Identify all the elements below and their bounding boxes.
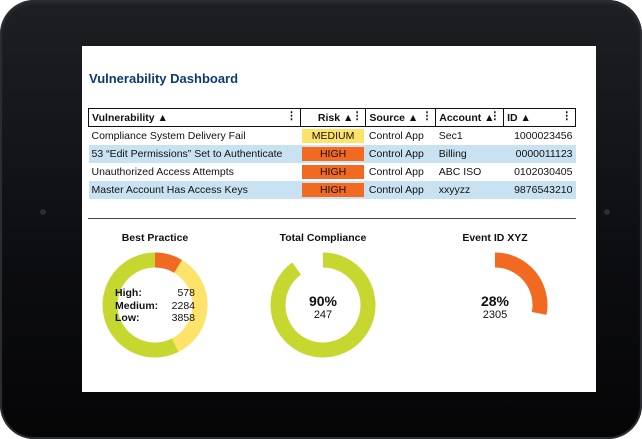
cell-risk: MEDIUM	[300, 127, 366, 146]
best-practice-legend: High: 578 Medium: 2284 Low: 3858	[115, 287, 195, 325]
column-header-account[interactable]: Account ▲ ⋮	[435, 108, 505, 127]
column-header-risk[interactable]: Risk ▲ ⋮	[299, 108, 367, 127]
cell-source: Control App	[368, 166, 424, 178]
cell-id: 0000011123	[503, 145, 576, 163]
tablet-sensor-left	[40, 209, 46, 215]
table-row[interactable]: 53 “Edit Permissions” Set to Authenticat…	[88, 145, 576, 163]
column-header-source[interactable]: Source ▲ ⋮	[365, 108, 437, 127]
cell-vulnerability: Compliance System Delivery Fail	[91, 130, 246, 142]
column-header-label: Risk ▲	[317, 111, 354, 124]
cell-vulnerability: Master Account Has Access Keys	[88, 181, 301, 199]
legend-label: High:	[115, 287, 142, 299]
risk-badge: MEDIUM	[302, 129, 364, 143]
table-row[interactable]: Compliance System Delivery Fail MEDIUM C…	[89, 127, 576, 146]
gauge-percent: 90%	[308, 293, 338, 309]
column-menu-icon[interactable]: ⋮	[562, 110, 573, 122]
cell-source: Control App	[365, 145, 436, 163]
cell-account: Sec1	[438, 130, 463, 142]
table-row[interactable]: Unauthorized Access Attempts HIGH Contro…	[89, 163, 576, 181]
legend-value: 578	[177, 287, 195, 299]
event-id-stat: 28% 2305	[445, 293, 545, 321]
cell-id: 0102030405	[514, 166, 573, 178]
gauge-count: 247	[313, 309, 333, 321]
tablet-device: Vulnerability Dashboard Vulnerability ▲ ⋮…	[0, 0, 642, 439]
cell-id: 9876543210	[503, 181, 576, 199]
column-header-label: Account ▲	[439, 111, 495, 124]
cell-id: 1000023456	[514, 130, 573, 142]
cell-source: Control App	[365, 181, 436, 199]
legend-row-high: High: 578	[115, 287, 195, 300]
cell-account: Billing	[435, 145, 504, 163]
table-header-row: Vulnerability ▲ ⋮ Risk ▲ ⋮ Source ▲ ⋮ Accou…	[88, 108, 576, 127]
gauge-title: Best Practice	[121, 232, 189, 244]
cell-risk: HIGH	[300, 145, 366, 163]
cell-vulnerability: 53 “Edit Permissions” Set to Authenticat…	[88, 145, 301, 163]
column-header-label: Source ▲	[369, 111, 419, 124]
legend-label: Low:	[115, 312, 140, 324]
column-header-vulnerability[interactable]: Vulnerability ▲ ⋮	[88, 108, 301, 127]
column-menu-icon[interactable]: ⋮	[286, 110, 297, 122]
total-compliance-gauge[interactable]: Total Compliance 90% 247	[268, 232, 378, 362]
gauge-count: 2305	[482, 309, 508, 321]
cell-vulnerability: Unauthorized Access Attempts	[91, 166, 234, 178]
risk-badge: HIGH	[302, 147, 364, 161]
gauge-title: Total Compliance	[279, 232, 367, 244]
cell-risk: HIGH	[300, 181, 366, 199]
vulnerability-table: Vulnerability ▲ ⋮ Risk ▲ ⋮ Source ▲ ⋮ Accou…	[88, 108, 576, 199]
section-divider	[88, 218, 576, 219]
column-menu-icon[interactable]: ⋮	[422, 110, 433, 122]
cell-risk: HIGH	[300, 163, 366, 181]
gauge-percent: 28%	[480, 293, 510, 309]
risk-badge: HIGH	[302, 183, 364, 197]
gauge-title: Event ID XYZ	[462, 232, 528, 244]
dashboard-screen: Vulnerability Dashboard Vulnerability ▲ ⋮…	[82, 46, 596, 392]
table-row[interactable]: Master Account Has Access Keys HIGH Cont…	[88, 181, 576, 199]
column-header-label: ID ▲	[507, 111, 531, 124]
legend-row-low: Low: 3858	[115, 312, 195, 325]
column-menu-icon[interactable]: ⋮	[490, 110, 501, 122]
column-menu-icon[interactable]: ⋮	[352, 110, 363, 122]
risk-badge: HIGH	[302, 165, 364, 179]
dashboard-title: Vulnerability Dashboard	[89, 71, 239, 86]
legend-value: 2284	[171, 299, 195, 312]
legend-value: 3858	[171, 312, 195, 324]
cell-account: xxyyzz	[435, 181, 504, 199]
legend-row-medium: Medium: 2284	[115, 300, 195, 313]
tablet-sensor-right	[604, 209, 610, 215]
column-header-label: Vulnerability ▲	[92, 111, 168, 124]
cell-source: Control App	[368, 130, 424, 142]
legend-label: Medium:	[115, 299, 159, 312]
cell-account: ABC ISO	[438, 166, 482, 178]
event-id-gauge[interactable]: Event ID XYZ 28% 2305	[440, 232, 550, 362]
donut-segment-high	[154, 252, 183, 274]
column-header-id[interactable]: ID ▲ ⋮	[503, 108, 576, 127]
total-compliance-stat: 90% 247	[273, 293, 373, 321]
best-practice-gauge[interactable]: Best Practice High: 578 Medium: 2284 Low: 3…	[100, 232, 210, 362]
